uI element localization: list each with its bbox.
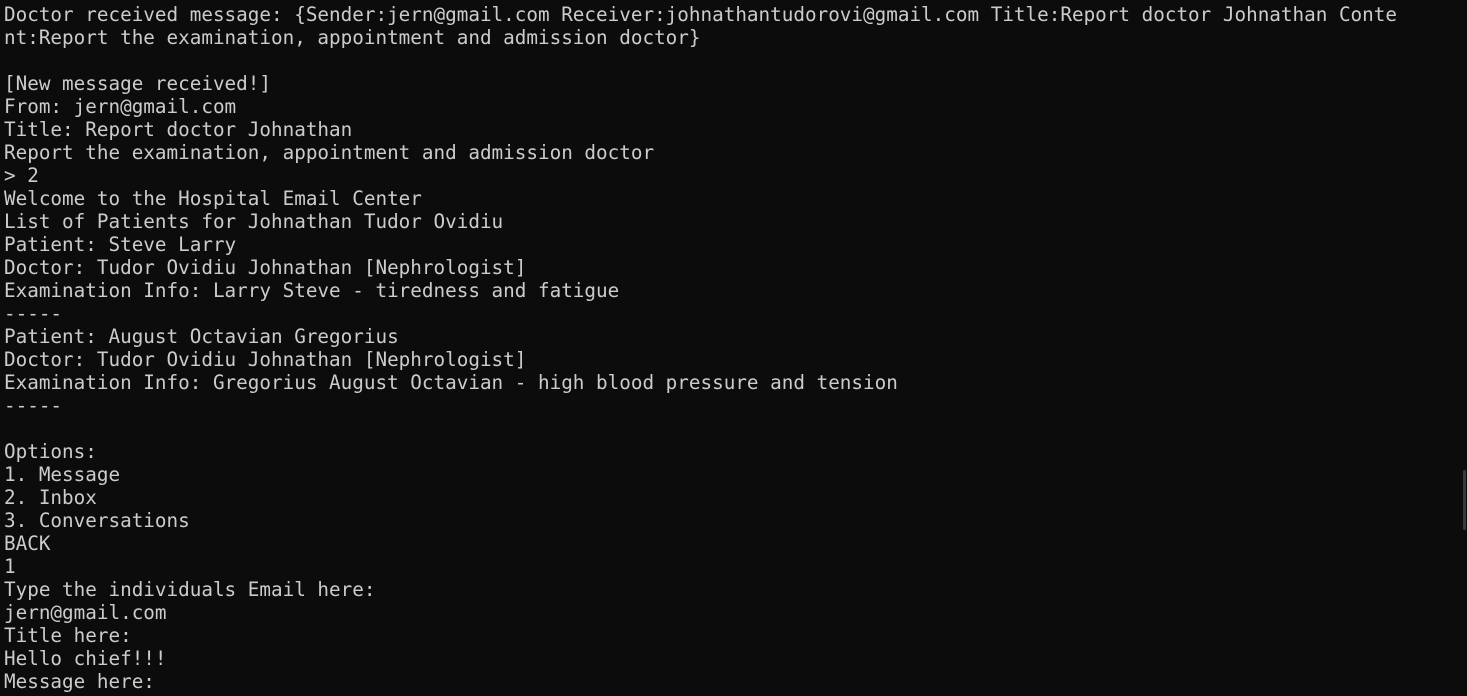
separator: ----- xyxy=(4,394,63,417)
output-line: Doctor received message: {Sender:jern@gm… xyxy=(4,3,1397,26)
message-title: Title: Report doctor Johnathan xyxy=(4,118,353,141)
user-input-line: jern@gmail.com xyxy=(4,601,167,624)
message-from: From: jern@gmail.com xyxy=(4,95,237,118)
options-heading: Options: xyxy=(4,440,97,463)
option-inbox: 2. Inbox xyxy=(4,486,97,509)
user-input-line: > 2 xyxy=(4,164,39,187)
message-content: Report the examination, appointment and … xyxy=(4,141,655,164)
patient-examination-info: Examination Info: Gregorius August Octav… xyxy=(4,371,898,394)
patient-examination-info: Examination Info: Larry Steve - tirednes… xyxy=(4,279,620,302)
vertical-scrollbar[interactable] xyxy=(1461,0,1467,696)
scrollbar-thumb[interactable] xyxy=(1463,470,1466,530)
user-input-line: Hello chief!!! xyxy=(4,647,167,670)
patient-name: Patient: Steve Larry xyxy=(4,233,237,256)
new-message-banner: [New message received!] xyxy=(4,72,271,95)
option-conversations: 3. Conversations xyxy=(4,509,190,532)
patient-name: Patient: August Octavian Gregorius xyxy=(4,325,399,348)
separator: ----- xyxy=(4,302,63,325)
patient-doctor: Doctor: Tudor Ovidiu Johnathan [Nephrolo… xyxy=(4,256,527,279)
terminal-window[interactable]: Doctor received message: {Sender:jern@gm… xyxy=(0,0,1467,696)
title-prompt: Title here: xyxy=(4,624,132,647)
user-input-line: 1 xyxy=(4,555,16,578)
option-back: BACK xyxy=(4,532,51,555)
patient-list-heading: List of Patients for Johnathan Tudor Ovi… xyxy=(4,210,504,233)
email-prompt: Type the individuals Email here: xyxy=(4,578,376,601)
welcome-heading: Welcome to the Hospital Email Center xyxy=(4,187,422,210)
output-line: nt:Report the examination, appointment a… xyxy=(4,26,701,49)
option-message: 1. Message xyxy=(4,463,121,486)
message-prompt: Message here: xyxy=(4,670,155,693)
patient-doctor: Doctor: Tudor Ovidiu Johnathan [Nephrolo… xyxy=(4,348,527,371)
